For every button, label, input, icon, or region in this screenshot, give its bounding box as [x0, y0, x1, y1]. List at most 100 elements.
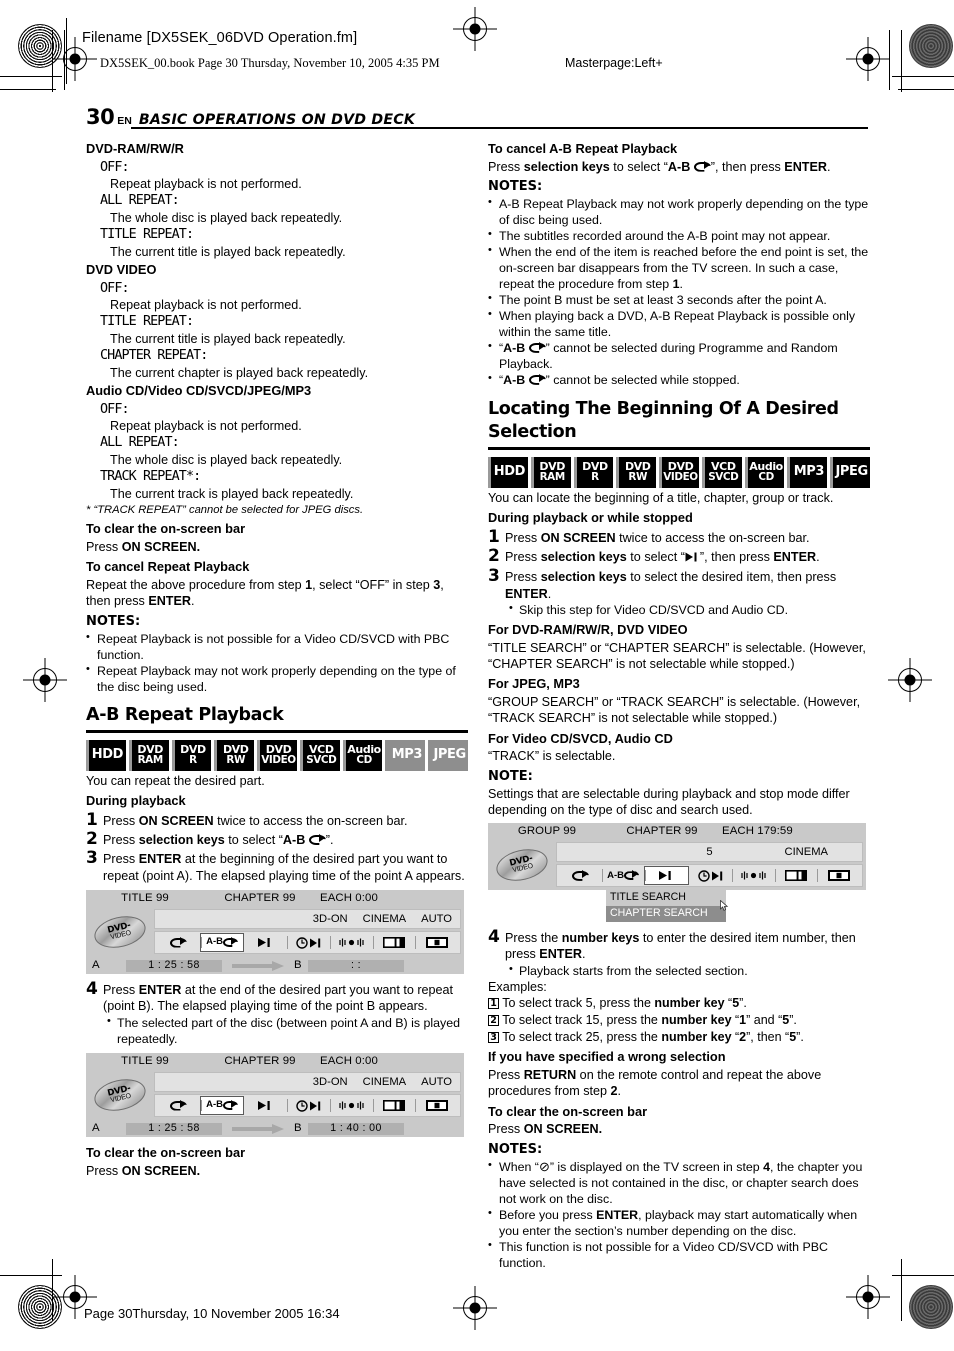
subtitle-icon[interactable] [372, 1096, 416, 1115]
badge-line1: MP3 [793, 463, 825, 479]
group-title-dvd-video: DVD VIDEO [86, 261, 157, 277]
chapter-title: BASIC OPERATIONS ON DVD DECK [138, 112, 416, 128]
filename-label: Filename [DX5SEK_06DVD Operation.fm] [82, 30, 358, 46]
note-text: Settings that are selectable during play… [488, 786, 850, 818]
media-badge-mp3: MP3 [787, 456, 828, 488]
badge-line2: VIDEO [261, 754, 296, 767]
onscreen-bar-figure-a: TITLE 99 CHAPTER 99 EACH 0:00 DVD- VIDEO… [86, 890, 464, 975]
search-type-dropdown[interactable]: TITLE SEARCH CHAPTER SEARCH [606, 890, 729, 922]
angle-icon[interactable] [415, 933, 458, 952]
status-cinema: CINEMA [784, 846, 828, 859]
audio-icon[interactable] [731, 866, 775, 885]
repeat-icon[interactable] [559, 866, 602, 885]
step-1: 1 Press ON SCREEN twice to access the on… [488, 528, 870, 546]
osb-ab-time-row: A 1 : 25 : 58 B 1 : 40 : 00 [86, 1120, 464, 1138]
osb-status-row: 5 CINEMA [556, 842, 863, 863]
clear-bar-title-right: To clear the on-screen bar [488, 1103, 648, 1119]
repeat-icon[interactable] [157, 1096, 200, 1115]
audio-icon[interactable] [329, 1096, 373, 1115]
subtitle-icon[interactable] [774, 866, 818, 885]
osb-status-row: 3D-ON CINEMA AUTO [154, 909, 461, 930]
time-search-icon[interactable] [287, 933, 330, 952]
time-search-icon[interactable] [287, 1096, 330, 1115]
prohibited-icon: ⊘ [538, 1158, 550, 1174]
a-time-field: 1 : 25 : 58 [126, 959, 222, 972]
b-label: B [294, 1122, 302, 1135]
option-desc: Repeat playback is not performed. [110, 177, 302, 192]
masterpage-label: Masterpage:Left+ [565, 56, 663, 70]
dropdown-option-chapter-search[interactable]: CHAPTER SEARCH [606, 899, 729, 922]
ab-repeat-icon[interactable]: A-B [601, 866, 645, 885]
repeat-icon[interactable] [157, 933, 200, 952]
block-title-dvd: For DVD-RAM/RW/R, DVD VIDEO [488, 622, 688, 638]
skip-search-icon[interactable] [244, 933, 287, 952]
time-search-icon[interactable] [689, 866, 732, 885]
example-number: 1 [488, 998, 499, 1010]
running-head: 30 EN BASIC OPERATIONS ON DVD DECK [86, 105, 868, 129]
registration-mark-top-center [460, 14, 490, 44]
audio-icon[interactable] [329, 933, 373, 952]
subtitle-icon[interactable] [372, 933, 416, 952]
option-desc: The current chapter is played back repea… [110, 365, 369, 380]
angle-icon[interactable] [817, 866, 860, 885]
a-label: A [92, 1122, 100, 1135]
repeat-loop-icon [528, 373, 546, 385]
mouse-cursor-icon [720, 899, 729, 911]
example-3: 3 To select track 25, press the number k… [488, 1029, 870, 1046]
a-time-field: 1 : 25 : 58 [126, 1122, 222, 1135]
block-title-vcd-audio: For Video CD/SVCD, Audio CD [488, 730, 673, 746]
note-item: The subtitles recorded around the A-B po… [488, 227, 870, 244]
registration-mark-mid-left [30, 665, 60, 695]
ab-repeat-icon[interactable]: A-B [199, 933, 245, 953]
block-text-vcd-audio: “TRACK” is selectable. [488, 749, 616, 764]
osb-ab-time-row: A 1 : 25 : 58 B : : [86, 957, 464, 975]
halftone-dot-top-right [909, 24, 953, 68]
cancel-ab-text: Press selection keys to select “A-B ”, t… [488, 159, 831, 174]
ab-repeat-icon[interactable]: A-B [199, 1096, 245, 1116]
halftone-dot-bottom-right [909, 1285, 953, 1329]
skip-search-icon[interactable] [644, 866, 690, 886]
option-name: ALL REPEAT: [100, 193, 180, 209]
badge-line2: CD [758, 471, 774, 484]
section-rule [86, 730, 468, 733]
registration-mark-top-right [853, 44, 883, 74]
ab-intro-text: You can repeat the desired part. [86, 773, 265, 788]
osb-each-field: EACH 179:59 [722, 825, 793, 838]
block-text-dvd: “TITLE SEARCH” or “CHAPTER SEARCH” is se… [488, 640, 866, 672]
osb-title-field: TITLE 99 [121, 892, 169, 905]
dvd-video-disc-icon: DVD- VIDEO [91, 1074, 149, 1115]
clear-bar-pre-2: Press [86, 1163, 122, 1178]
media-badge-vcd-svcd: VCD SVCD [299, 739, 340, 771]
angle-icon[interactable] [415, 1096, 458, 1115]
media-badge-dvd-rw: DVD RW [616, 456, 657, 488]
page-frame-line [66, 18, 67, 84]
status-auto: AUTO [421, 1075, 452, 1088]
repeat-loop-icon [528, 341, 546, 353]
example-2: 2 To select track 15, press the number k… [488, 1012, 870, 1029]
skip-search-icon [685, 550, 700, 566]
example-1: 1 To select track 5, press the number ke… [488, 995, 870, 1012]
media-badge-dvd-r: DVD R [573, 456, 614, 488]
option-name: TITLE REPEAT: [100, 314, 194, 330]
option-name: OFF: [100, 401, 130, 417]
step-number: 4 [488, 926, 500, 947]
clear-bar-title: To clear the on-screen bar [86, 521, 246, 537]
dropdown-option-title-search[interactable]: TITLE SEARCH [606, 890, 726, 907]
media-badge-dvd-video: DVD VIDEO [257, 739, 297, 771]
section-title-ab-repeat: A-B Repeat Playback [86, 704, 284, 725]
media-badge-hdd: HDD [488, 456, 528, 488]
badge-line2: R [591, 471, 599, 484]
badge-line2: RW [628, 471, 648, 484]
cancel-repeat-title: To cancel Repeat Playback [86, 559, 250, 575]
crop-line-tr-v [901, 30, 902, 92]
skip-search-icon[interactable] [244, 1096, 287, 1115]
disc-type-indicator: DVD- VIDEO [89, 909, 151, 955]
option-name: ALL REPEAT: [100, 435, 180, 451]
step-2: 2 Press selection keys to select “A-B ”. [86, 830, 468, 848]
progress-arrow-icon [232, 1124, 284, 1135]
note-item: “A-B ” cannot be selected during Program… [488, 339, 870, 372]
osb-chapter-field: CHAPTER 99 [626, 825, 698, 838]
dvd-video-disc-icon: DVD- VIDEO [493, 844, 551, 886]
on-screen-key-2: ON SCREEN. [121, 1163, 201, 1178]
halftone-dot-top-left [18, 24, 62, 68]
